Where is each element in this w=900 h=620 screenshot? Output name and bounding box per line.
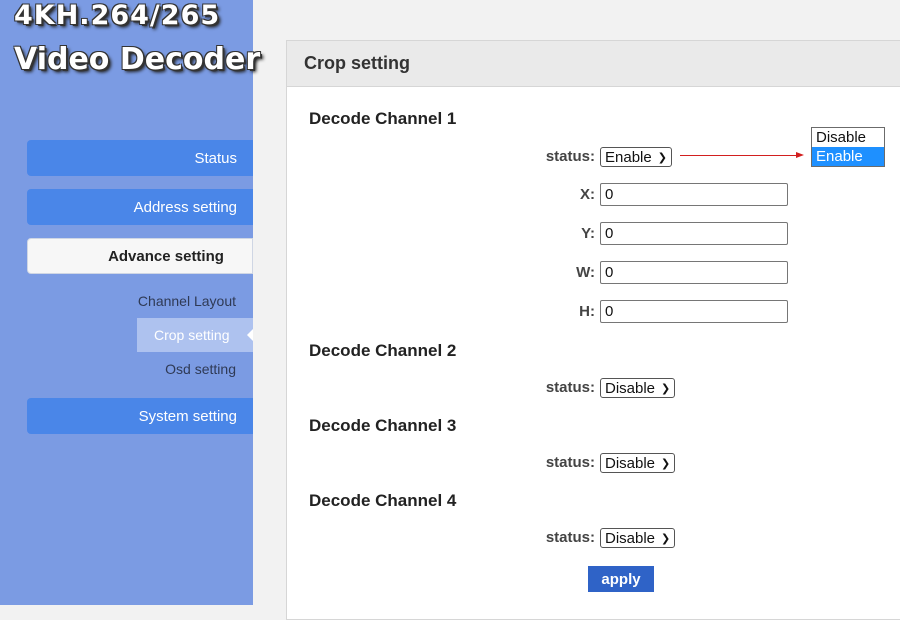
channel-3-status-value: Disable	[605, 454, 656, 472]
nav-advance-setting-label: Advance setting	[108, 247, 224, 265]
nav-status-button[interactable]: Status	[27, 140, 253, 176]
field-w-input[interactable]: 0	[600, 261, 788, 284]
submenu-channel-layout-label: Channel Layout	[137, 293, 236, 309]
field-y-input[interactable]: 0	[600, 222, 788, 245]
channel-1-status-value: Enable	[605, 148, 652, 166]
channel-2-status-value: Disable	[605, 379, 656, 397]
channel-2-title: Decode Channel 2	[309, 341, 457, 360]
submenu-channel-layout[interactable]: Channel Layout	[138, 293, 236, 309]
dropdown-option-enable[interactable]: Enable	[812, 147, 884, 166]
annotation-arrow-icon	[796, 152, 804, 158]
submenu-osd-setting[interactable]: Osd setting	[165, 361, 236, 377]
logo-line-1: 4KH.264/265	[14, 0, 221, 31]
annotation-arrow-line	[680, 155, 798, 156]
nav-system-setting-button[interactable]: System setting	[27, 398, 253, 434]
sidebar: 4KH.264/265 Video Decoder Status Address…	[0, 0, 261, 605]
channel-2-status-select[interactable]: Disable ❯	[600, 378, 676, 398]
nav-address-setting-button[interactable]: Address setting	[27, 189, 253, 225]
active-indicator-icon	[247, 329, 253, 341]
field-h-input[interactable]: 0	[600, 300, 788, 323]
channel-3-title: Decode Channel 3	[309, 416, 457, 435]
chevron-down-icon: ❯	[661, 457, 671, 470]
submenu-crop-setting-label: Crop setting	[154, 327, 230, 343]
channel-1-status-label: status:	[545, 148, 595, 165]
channel-4-status-value: Disable	[605, 529, 656, 547]
nav-advance-setting-button[interactable]: Advance setting	[27, 238, 253, 274]
field-w-label: W:	[576, 264, 595, 281]
channel-3-status-label: status:	[545, 454, 595, 471]
panel-title: Crop setting	[287, 41, 900, 87]
chevron-down-icon: ❯	[661, 382, 671, 395]
channel-2-status-label: status:	[545, 379, 595, 396]
channel-3-status-select[interactable]: Disable ❯	[600, 453, 676, 473]
channel-1-status-select[interactable]: Enable ❯	[600, 147, 672, 167]
chevron-down-icon: ❯	[661, 532, 671, 545]
dropdown-option-disable[interactable]: Disable	[812, 128, 884, 147]
nav-status-label: Status	[194, 149, 237, 167]
channel-4-title: Decode Channel 4	[309, 491, 457, 510]
field-x-label: X:	[580, 186, 595, 203]
channel-4-status-select[interactable]: Disable ❯	[600, 528, 676, 548]
submenu-crop-setting[interactable]: Crop setting	[137, 318, 253, 352]
channel-1-title: Decode Channel 1	[309, 109, 457, 128]
channel-4-status-label: status:	[545, 529, 595, 546]
nav-system-setting-label: System setting	[138, 407, 237, 425]
field-x-input[interactable]: 0	[600, 183, 788, 206]
chevron-down-icon: ❯	[657, 151, 667, 164]
submenu-osd-setting-label: Osd setting	[165, 361, 236, 377]
field-h-label: H:	[579, 303, 595, 320]
nav-address-setting-label: Address setting	[133, 198, 237, 216]
status-dropdown-list[interactable]: Disable Enable	[811, 127, 885, 167]
apply-button[interactable]: apply	[588, 566, 654, 592]
field-y-label: Y:	[581, 225, 595, 242]
logo-line-2: Video Decoder	[14, 42, 261, 77]
